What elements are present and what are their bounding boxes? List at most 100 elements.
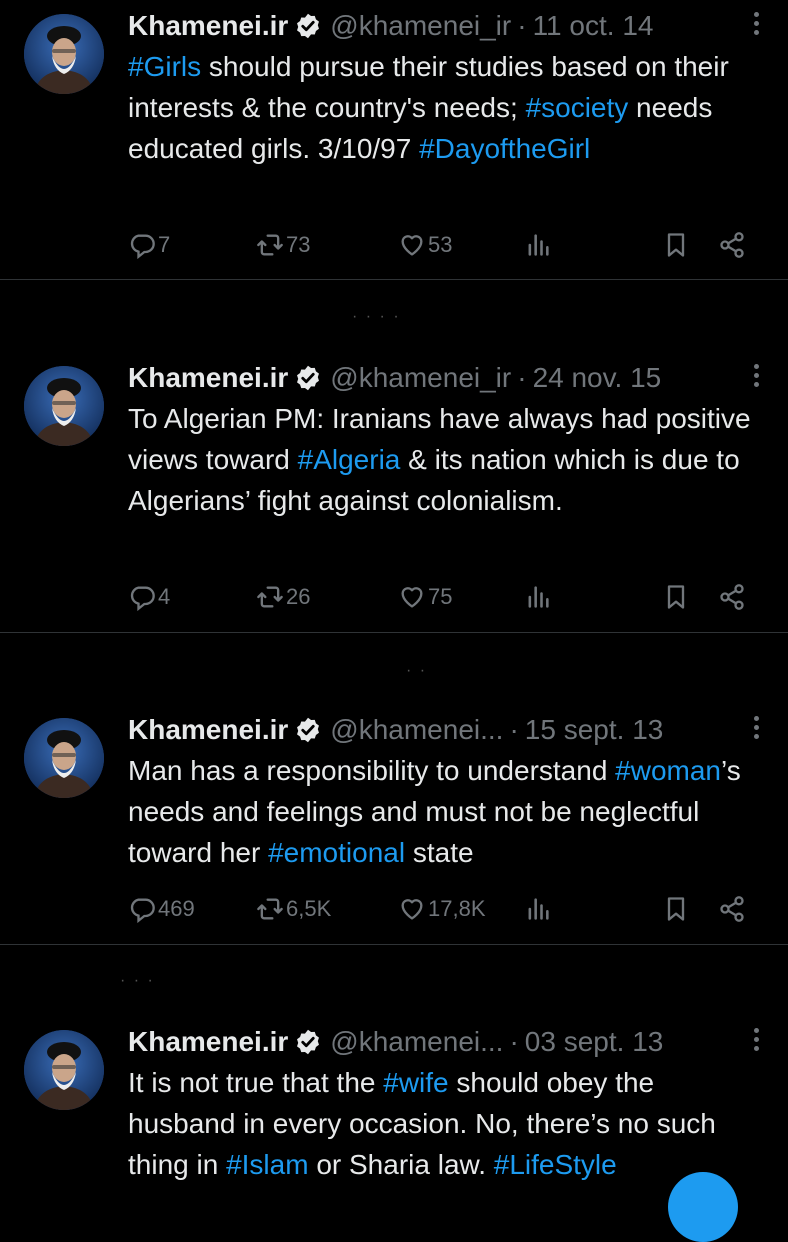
verified-badge-icon <box>294 716 322 744</box>
separator-dot: · <box>517 10 527 41</box>
bookmark-button[interactable] <box>662 228 690 262</box>
retweet-icon <box>257 234 283 256</box>
hashtag-link[interactable]: #Islam <box>226 1149 308 1180</box>
share-icon <box>720 584 744 610</box>
author-name[interactable]: Khamenei.ir <box>128 362 288 394</box>
tweet-text: Man has a responsibility to understand #… <box>128 750 768 873</box>
views-icon <box>528 586 549 608</box>
avatar[interactable] <box>24 14 104 94</box>
reply-icon <box>130 898 155 923</box>
separator-dot: · <box>509 714 519 745</box>
like-icon <box>401 899 423 920</box>
share-icon <box>720 232 744 258</box>
tweet-text: #Girls should pursue their studies based… <box>128 46 768 169</box>
tweet-text-segment: It is not true that the <box>128 1067 384 1098</box>
bookmark-icon <box>667 233 685 257</box>
verified-badge-icon <box>294 12 322 40</box>
retweet-button[interactable]: 6,5K <box>256 892 331 926</box>
tweet-date[interactable]: 24 nov. 15 <box>533 362 662 394</box>
author-handle[interactable]: @khamenei_ir <box>330 362 511 394</box>
tweet-header: Khamenei.ir @khamenei... · 03 sept. 13 <box>128 1022 663 1062</box>
bookmark-button[interactable] <box>662 580 690 614</box>
views-button[interactable] <box>524 580 552 614</box>
hashtag-link[interactable]: #DayoftheGirl <box>419 133 590 164</box>
reply-icon <box>130 586 155 611</box>
share-button[interactable] <box>718 892 746 926</box>
views-icon <box>528 234 549 256</box>
views-button[interactable] <box>524 228 552 262</box>
more-options-icon[interactable] <box>752 1028 760 1056</box>
faded-separator: · · · · <box>352 308 401 325</box>
share-button[interactable] <box>718 228 746 262</box>
hashtag-link[interactable]: #emotional <box>268 837 405 868</box>
hashtag-link[interactable]: #wife <box>383 1067 448 1098</box>
like-icon <box>401 235 423 256</box>
action-bar: 469 6,5K 17,8K <box>128 892 758 926</box>
like-count: 17,8K <box>428 896 486 921</box>
tweet-text-segment: Man has a responsibility to understand <box>128 755 616 786</box>
retweet-button[interactable]: 26 <box>256 580 310 614</box>
reply-count: 7 <box>158 232 171 257</box>
separator-dot: · <box>517 362 527 393</box>
action-bar: 7 73 53 <box>128 228 758 262</box>
like-icon <box>401 587 423 608</box>
faded-separator: · · <box>406 662 428 679</box>
tweet-text: To Algerian PM: Iranians have always had… <box>128 398 768 521</box>
retweet-button[interactable]: 73 <box>256 228 310 262</box>
more-options-icon[interactable] <box>752 364 760 392</box>
separator-dot: · <box>509 1026 519 1057</box>
verified-badge-icon <box>294 1028 322 1056</box>
verified-badge-icon <box>294 364 322 392</box>
like-button[interactable]: 75 <box>398 580 452 614</box>
divider <box>0 279 788 280</box>
views-icon <box>528 898 549 920</box>
reply-button[interactable]: 7 <box>128 228 170 262</box>
like-count: 53 <box>428 232 453 257</box>
tweet-text-segment: state <box>405 837 474 868</box>
divider <box>0 944 788 945</box>
retweet-icon <box>257 898 283 920</box>
reply-button[interactable]: 469 <box>128 892 195 926</box>
like-button[interactable]: 53 <box>398 228 452 262</box>
bookmark-button[interactable] <box>662 892 690 926</box>
compose-button[interactable] <box>668 1172 738 1242</box>
tweet-date[interactable]: 15 sept. 13 <box>525 714 664 746</box>
divider <box>0 632 788 633</box>
tweet-date[interactable]: 11 oct. 14 <box>533 10 654 42</box>
author-handle[interactable]: @khamenei... <box>330 1026 503 1058</box>
hashtag-link[interactable]: #Girls <box>128 51 201 82</box>
retweet-count: 6,5K <box>286 896 332 921</box>
author-name[interactable]: Khamenei.ir <box>128 1026 288 1058</box>
more-options-icon[interactable] <box>752 12 760 40</box>
avatar[interactable] <box>24 366 104 446</box>
bookmark-icon <box>667 585 685 609</box>
avatar[interactable] <box>24 1030 104 1110</box>
author-name[interactable]: Khamenei.ir <box>128 10 288 42</box>
retweet-icon <box>257 586 283 608</box>
like-count: 75 <box>428 584 453 609</box>
tweet-text: It is not true that the #wife should obe… <box>128 1062 768 1185</box>
action-bar: 4 26 75 <box>128 580 758 614</box>
reply-button[interactable]: 4 <box>128 580 170 614</box>
author-handle[interactable]: @khamenei_ir <box>330 10 511 42</box>
hashtag-link[interactable]: #society <box>526 92 629 123</box>
reply-count: 4 <box>158 584 171 609</box>
views-button[interactable] <box>524 892 552 926</box>
hashtag-link[interactable]: #LifeStyle <box>494 1149 617 1180</box>
share-icon <box>720 896 744 922</box>
author-name[interactable]: Khamenei.ir <box>128 714 288 746</box>
share-button[interactable] <box>718 580 746 614</box>
retweet-count: 26 <box>286 584 311 609</box>
tweet-header: Khamenei.ir @khamenei... · 15 sept. 13 <box>128 710 663 750</box>
avatar[interactable] <box>24 718 104 798</box>
like-button[interactable]: 17,8K <box>398 892 486 926</box>
retweet-count: 73 <box>286 232 311 257</box>
author-handle[interactable]: @khamenei... <box>330 714 503 746</box>
hashtag-link[interactable]: #Algeria <box>298 444 401 475</box>
hashtag-link[interactable]: #woman <box>615 755 721 786</box>
reply-icon <box>130 234 155 259</box>
reply-count: 469 <box>158 896 195 921</box>
more-options-icon[interactable] <box>752 716 760 744</box>
tweet-date[interactable]: 03 sept. 13 <box>525 1026 664 1058</box>
tweet-header: Khamenei.ir @khamenei_ir · 24 nov. 15 <box>128 358 661 398</box>
